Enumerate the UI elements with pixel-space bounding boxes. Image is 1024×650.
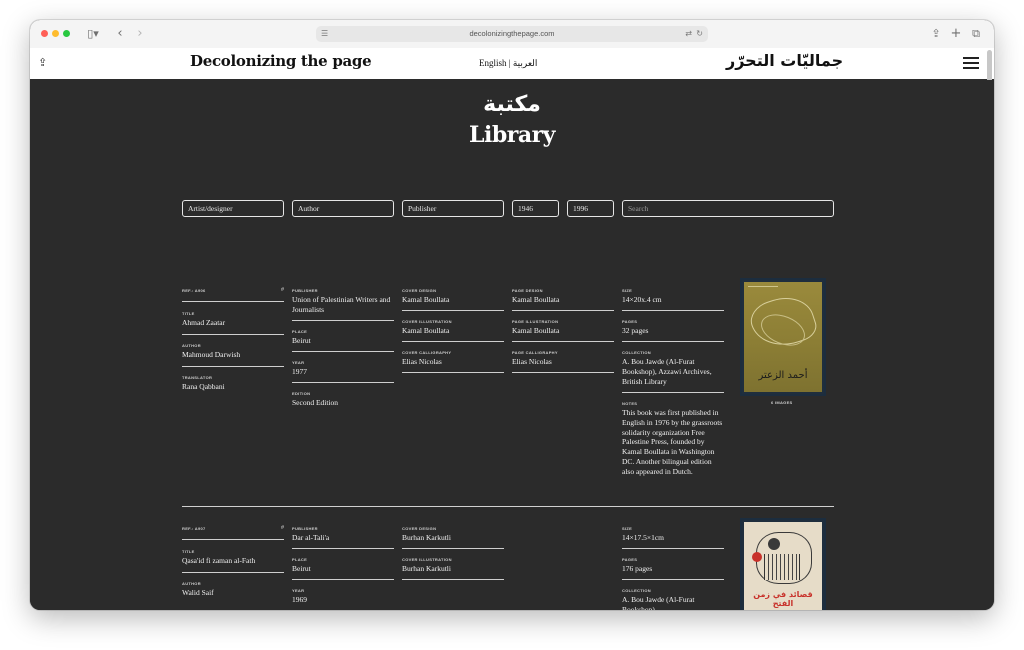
ref-label: REF.: A906 [182, 288, 206, 293]
title-field: TITLE Qasa'id fi zaman al-Fath [182, 549, 284, 573]
collection-field: COLLECTION A. Bou Jawde (Al-Furat Booksh… [622, 350, 724, 393]
entry-publisher[interactable]: Union of Palestinian Writers and Journal… [292, 295, 394, 315]
search-input[interactable]: Search [622, 200, 834, 217]
entry-page-illustration[interactable]: Kamal Boullata [512, 326, 614, 336]
place-field: PLACE Beirut [292, 329, 394, 352]
entry-collection: A. Bou Jawde (Al-Furat Bookshop), Azzawi… [622, 357, 712, 386]
notes-field: NOTES This book was first published in E… [622, 401, 723, 476]
entry-divider [182, 506, 834, 507]
language-switcher[interactable]: English | العربية [479, 58, 537, 69]
cover-design-field: COVER DESIGN Burhan Karkutli [402, 526, 504, 549]
url-text: decolonizingthepage.com [469, 29, 555, 38]
reload-icon[interactable]: ↻ [696, 26, 703, 42]
entry-place[interactable]: Beirut [292, 564, 394, 574]
minimize-window-button[interactable] [52, 30, 59, 37]
publisher-field: PUBLISHER Union of Palestinian Writers a… [292, 288, 394, 321]
author-field: AUTHOR Mahmoud Darwish [182, 343, 284, 367]
entry-author[interactable]: Walid Saif [182, 588, 284, 598]
size-field: SIZE 14×20x.4 cm [622, 288, 724, 311]
address-bar[interactable]: ☰ decolonizingthepage.com ⇄ ↻ [316, 26, 708, 42]
entry-cover-illustration[interactable]: Burhan Karkutli [402, 564, 504, 574]
permalink-icon[interactable]: # [281, 287, 284, 293]
artist-filter[interactable]: Artist/designer [182, 200, 284, 217]
entry-place[interactable]: Beirut [292, 336, 394, 346]
cover-design-field: COVER DESIGN Kamal Boullata [402, 288, 504, 311]
size-field: SIZE 14×17.5×1cm [622, 526, 724, 549]
entry-size: 14×17.5×1cm [622, 533, 664, 542]
entry-cover-design[interactable]: Kamal Boullata [402, 295, 504, 305]
cover-calligraphy-field: COVER CALLIGRAPHY Elias Nicolas [402, 350, 504, 373]
entry-year[interactable]: 1977 [292, 367, 394, 377]
entry-collection: A. Bou Jawde (Al-Furat Bookshop) [622, 595, 695, 610]
translate-icon[interactable]: ⇄ [685, 26, 692, 42]
forward-icon[interactable]: › [134, 26, 146, 42]
new-tab-icon[interactable]: + [950, 26, 962, 42]
ref-field: REF.: A906 # [182, 287, 284, 302]
pages-field: PAGES 32 pages [622, 319, 724, 342]
year-from-input[interactable]: 1946 [512, 200, 559, 217]
cover-illustration-field: COVER ILLUSTRATION Burhan Karkutli [402, 557, 504, 580]
sidebar-toggle-icon[interactable]: ▯▾ [82, 26, 104, 42]
year-to-input[interactable]: 1996 [567, 200, 614, 217]
entry-notes: This book was first published in English… [622, 408, 723, 476]
entry-author[interactable]: Mahmoud Darwish [182, 350, 284, 360]
cover-illustration-field: COVER ILLUSTRATION Kamal Boullata [402, 319, 504, 342]
share-icon[interactable]: ⇪ [930, 26, 942, 42]
entry-cover-illustration[interactable]: Kamal Boullata [402, 326, 504, 336]
page-calligraphy-field: PAGE CALLIGRAPHY Elias Nicolas [512, 350, 614, 373]
site-logo-arabic[interactable]: جماليّات التحرّر [726, 51, 843, 70]
back-icon[interactable]: ‹ [114, 26, 126, 42]
author-field: AUTHOR Walid Saif [182, 581, 284, 605]
cover-title-text: أحمد الزعتر [758, 370, 808, 381]
title-field: TITLE Ahmad Zaatar [182, 311, 284, 335]
site-header: ⇪ Decolonizing the page English | العربي… [30, 48, 994, 80]
entry-title[interactable]: Ahmad Zaatar [182, 318, 284, 328]
image-count[interactable]: 6 IMAGES [771, 400, 793, 405]
publisher-field: PUBLISHER Dar al-Tali'a [292, 526, 394, 549]
cover-title-text: قصائد في زمن الفتح [753, 590, 813, 608]
entry-year[interactable]: 1969 [292, 595, 394, 605]
edition-field: EDITION Second Edition [292, 391, 394, 413]
zoom-window-button[interactable] [63, 30, 70, 37]
browser-window: ▯▾ ‹ › ☰ decolonizingthepage.com ⇄ ↻ ⇪ +… [30, 20, 994, 610]
permalink-icon[interactable]: # [281, 525, 284, 531]
ref-field: REF.: A907 # [182, 525, 284, 540]
entry-title[interactable]: Qasa'id fi zaman al-Fath [182, 556, 284, 566]
book-cover-image[interactable]: قصائد في زمن الفتح [740, 518, 826, 610]
collection-field: COLLECTION A. Bou Jawde (Al-Furat Booksh… [622, 588, 724, 610]
pages-field: PAGES 176 pages [622, 557, 724, 580]
page-settings-icon[interactable]: ☰ [321, 26, 328, 42]
ref-label: REF.: A907 [182, 526, 206, 531]
entry-cover-design[interactable]: Burhan Karkutli [402, 533, 504, 543]
entry-translator[interactable]: Rana Qabbani [182, 382, 284, 392]
close-window-button[interactable] [41, 30, 48, 37]
tab-overview-icon[interactable]: ⧉ [970, 26, 982, 42]
entry-page-design[interactable]: Kamal Boullata [512, 295, 614, 305]
entry-pages: 32 pages [622, 326, 649, 335]
entry-cover-calligraphy[interactable]: Elias Nicolas [402, 357, 504, 367]
author-filter[interactable]: Author [292, 200, 394, 217]
page-share-icon[interactable]: ⇪ [38, 56, 47, 69]
page-illustration-field: PAGE ILLUSTRATION Kamal Boullata [512, 319, 614, 342]
entry-edition: Second Edition [292, 398, 339, 407]
browser-toolbar: ▯▾ ‹ › ☰ decolonizingthepage.com ⇄ ↻ ⇪ +… [30, 20, 994, 49]
publisher-filter[interactable]: Publisher [402, 200, 504, 217]
page-design-field: PAGE DESIGN Kamal Boullata [512, 288, 614, 311]
entry-pages: 176 pages [622, 564, 653, 573]
page-title-arabic: مكتبة [483, 92, 541, 117]
book-cover-image[interactable]: أحمد الزعتر [740, 278, 826, 396]
year-field: YEAR 1969 [292, 588, 394, 610]
page-title: Library [469, 122, 555, 148]
place-field: PLACE Beirut [292, 557, 394, 580]
hamburger-menu-icon[interactable] [963, 57, 979, 69]
entry-size: 14×20x.4 cm [622, 295, 662, 304]
year-field: YEAR 1977 [292, 360, 394, 383]
site-logo-english[interactable]: Decolonizing the page [190, 52, 372, 70]
library-page: مكتبة Library Artist/designer Author Pub… [30, 80, 994, 610]
entry-page-calligraphy[interactable]: Elias Nicolas [512, 357, 614, 367]
entry-publisher[interactable]: Dar al-Tali'a [292, 533, 394, 543]
translator-field: TRANSLATOR Rana Qabbani [182, 375, 284, 397]
